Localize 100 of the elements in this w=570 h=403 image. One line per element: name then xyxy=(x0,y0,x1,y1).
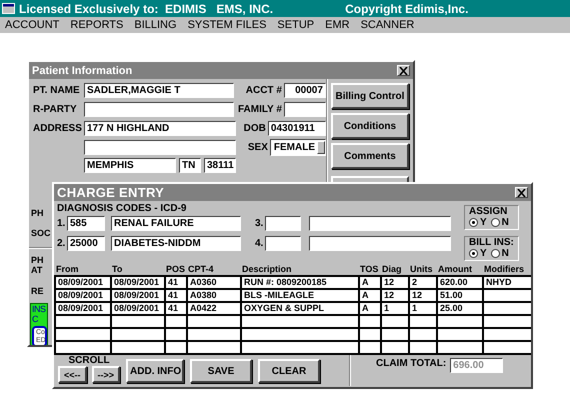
radio-button[interactable] xyxy=(469,249,478,258)
table-cell[interactable] xyxy=(483,341,531,354)
scroll-back-button[interactable]: <<-- xyxy=(58,366,87,383)
column-header: Units xyxy=(409,264,437,276)
group-label: BILL INS: xyxy=(469,238,514,248)
table-cell[interactable] xyxy=(241,328,359,341)
city-field[interactable]: MEMPHIS xyxy=(84,158,176,173)
description-field[interactable]: DIABETES-NIDDM xyxy=(111,236,241,251)
description-field[interactable] xyxy=(309,236,451,251)
close-button[interactable] xyxy=(515,187,528,198)
description-field[interactable] xyxy=(309,216,451,231)
action-button[interactable]: SAVE xyxy=(190,359,252,383)
section-label: DIAGNOSIS CODES - ICD-9 xyxy=(57,203,186,214)
column-header: Modifiers xyxy=(483,264,531,276)
table-cell[interactable]: 620.00 xyxy=(437,276,483,289)
field-label: DOB xyxy=(244,123,267,134)
table-cell[interactable] xyxy=(111,328,165,341)
table-cell[interactable] xyxy=(55,315,111,328)
field-label: AT xyxy=(31,265,44,275)
menu-item[interactable]: SCANNER xyxy=(360,19,414,31)
table-cell[interactable]: 51.00 xyxy=(437,289,483,302)
table-cell[interactable] xyxy=(437,315,483,328)
table-cell[interactable] xyxy=(187,341,241,354)
code-field[interactable] xyxy=(265,216,301,231)
table-cell[interactable] xyxy=(483,289,531,302)
menu-item[interactable]: EMR xyxy=(325,19,350,31)
table-cell[interactable] xyxy=(111,315,165,328)
input-field[interactable] xyxy=(84,102,234,117)
action-button[interactable]: Conditions xyxy=(330,113,409,139)
table-cell[interactable]: A xyxy=(359,276,381,289)
menu-item[interactable]: REPORTS xyxy=(70,19,124,31)
table-cell[interactable] xyxy=(437,328,483,341)
window-icon xyxy=(2,3,15,14)
table-cell[interactable]: 08/09/2001 xyxy=(55,302,111,315)
sex-dropdown[interactable]: FEMALE xyxy=(270,138,326,156)
table-cell[interactable] xyxy=(241,315,359,328)
action-button[interactable]: CLEAR xyxy=(258,359,320,383)
column-header: From xyxy=(55,264,111,276)
field-label: PH xyxy=(31,255,45,265)
radio-label: N xyxy=(502,217,509,228)
state-field[interactable]: TN xyxy=(179,158,201,173)
table-cell[interactable]: OXYGEN & SUPPL xyxy=(241,302,359,315)
menu-item[interactable]: ACCOUNT xyxy=(5,19,60,31)
code-field[interactable]: 25000 xyxy=(67,236,105,251)
scroll-forward-button[interactable]: -->> xyxy=(92,366,120,383)
zip-field[interactable]: 38111 xyxy=(204,158,236,173)
row-number: 3. xyxy=(255,218,264,229)
table-cell[interactable]: 08/09/2001 xyxy=(111,276,165,289)
field-label: RE xyxy=(31,285,45,298)
field-label: FAMILY # xyxy=(238,104,283,115)
description-field[interactable]: RENAL FAILURE xyxy=(111,216,241,231)
radio-button[interactable] xyxy=(469,218,478,227)
table-cell[interactable]: 08/09/2001 xyxy=(55,276,111,289)
table-cell[interactable]: RUN #: 0809200185 xyxy=(241,276,359,289)
table-cell[interactable]: A0360 xyxy=(187,276,241,289)
table-cell[interactable]: 12 xyxy=(381,276,409,289)
code-field[interactable] xyxy=(265,236,301,251)
code-field[interactable]: 585 xyxy=(67,216,105,231)
table-cell[interactable] xyxy=(483,315,531,328)
close-button[interactable] xyxy=(397,65,410,76)
table-cell[interactable] xyxy=(437,341,483,354)
input-field[interactable] xyxy=(284,102,326,117)
table-cell[interactable]: 25.00 xyxy=(437,302,483,315)
table-cell[interactable] xyxy=(55,341,111,354)
table-cell[interactable]: NHYD xyxy=(483,276,531,289)
action-button[interactable]: ADD. INFO xyxy=(126,359,184,383)
field-label: R-PARTY xyxy=(33,104,78,115)
table-cell[interactable]: 08/09/2001 xyxy=(55,289,111,302)
menu-item[interactable]: BILLING xyxy=(134,19,177,31)
table-cell[interactable]: A0380 xyxy=(187,289,241,302)
table-cell[interactable]: BLS -MILEAGLE xyxy=(241,289,359,302)
column-header: Diag xyxy=(381,264,409,276)
radio-button[interactable] xyxy=(490,249,500,258)
action-button[interactable]: Comments xyxy=(330,143,409,169)
action-button[interactable]: Billing Control xyxy=(330,83,409,109)
table-cell[interactable] xyxy=(187,328,241,341)
table-cell[interactable]: A0422 xyxy=(187,302,241,315)
menu-item[interactable]: SETUP xyxy=(277,19,314,31)
input-field[interactable] xyxy=(84,140,236,154)
table-cell[interactable]: 08/09/2001 xyxy=(111,302,165,315)
field-label: ACCT # xyxy=(246,85,283,96)
table-cell[interactable] xyxy=(483,302,531,315)
table-cell[interactable]: 08/09/2001 xyxy=(111,289,165,302)
table-cell[interactable] xyxy=(241,341,359,354)
field-label: CLAIM TOTAL: xyxy=(376,358,446,369)
radio-button[interactable] xyxy=(490,218,500,227)
table-cell[interactable] xyxy=(483,328,531,341)
account-field[interactable]: 00007 xyxy=(284,83,326,98)
table-cell[interactable]: 2 xyxy=(409,276,437,289)
column-header: To xyxy=(111,264,165,276)
table-cell[interactable]: 41 xyxy=(165,276,187,289)
radio-label: N xyxy=(502,248,509,259)
column-header: Description xyxy=(241,264,359,276)
table-cell[interactable] xyxy=(187,315,241,328)
date-field[interactable]: 04301911 xyxy=(268,121,326,136)
table-cell[interactable] xyxy=(55,328,111,341)
table-cell[interactable] xyxy=(111,341,165,354)
name-field[interactable]: SADLER,MAGGIE T xyxy=(84,83,234,98)
address-field[interactable]: 177 N HIGHLAND xyxy=(84,121,236,136)
menu-item[interactable]: SYSTEM FILES xyxy=(188,19,266,31)
